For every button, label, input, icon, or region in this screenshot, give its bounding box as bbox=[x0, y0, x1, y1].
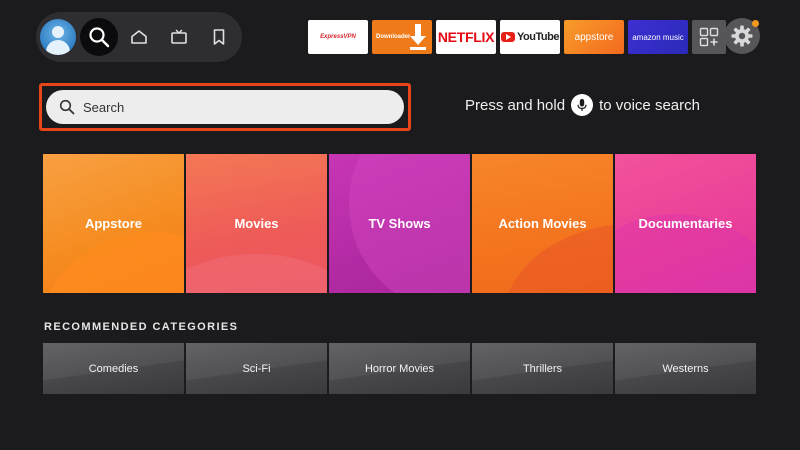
search-input[interactable]: Search bbox=[46, 90, 404, 124]
recommended-label: Thrillers bbox=[522, 362, 563, 375]
app-amazon-music[interactable]: amazon music bbox=[628, 20, 688, 54]
app-expressvpn[interactable]: ExpressVPN bbox=[308, 20, 368, 54]
category-label: Documentaries bbox=[638, 216, 733, 231]
main-nav bbox=[36, 12, 242, 62]
nav-search-button[interactable] bbox=[80, 18, 118, 56]
nav-live-button[interactable] bbox=[160, 18, 198, 56]
search-placeholder: Search bbox=[83, 99, 125, 115]
amazon-music-label: amazon music bbox=[632, 32, 684, 42]
recommended-label: Horror Movies bbox=[364, 362, 435, 375]
tile-decoration bbox=[502, 224, 613, 293]
app-netflix[interactable]: NETFLIX bbox=[436, 20, 496, 54]
voice-hint-suffix: to voice search bbox=[599, 96, 700, 114]
recommended-tile-horror-movies[interactable]: Horror Movies bbox=[329, 343, 470, 394]
gear-icon bbox=[731, 25, 753, 47]
netflix-label: NETFLIX bbox=[437, 29, 495, 45]
recommended-label: Sci-Fi bbox=[242, 362, 271, 375]
category-tile-movies[interactable]: Movies bbox=[186, 154, 327, 293]
profile-avatar[interactable] bbox=[40, 19, 76, 55]
recommended-label: Westerns bbox=[662, 362, 709, 375]
downloader-label: Downloader bbox=[376, 34, 411, 40]
tile-decoration bbox=[186, 254, 327, 293]
tile-decoration bbox=[43, 232, 184, 293]
download-arrow-icon bbox=[410, 24, 426, 50]
recommended-tile-thrillers[interactable]: Thrillers bbox=[472, 343, 613, 394]
recommended-tile-comedies[interactable]: Comedies bbox=[43, 343, 184, 394]
category-tile-action-movies[interactable]: Action Movies bbox=[472, 154, 613, 293]
nav-home-button[interactable] bbox=[120, 18, 158, 56]
app-youtube[interactable]: YouTube bbox=[500, 20, 560, 54]
category-label: Action Movies bbox=[498, 216, 587, 231]
voice-hint-prefix: Press and hold bbox=[465, 96, 566, 114]
search-icon bbox=[89, 27, 110, 48]
notification-dot bbox=[752, 20, 759, 27]
category-tiles: Appstore Movies TV Shows Action Movies D… bbox=[43, 154, 756, 293]
settings-button[interactable] bbox=[724, 18, 760, 54]
app-appstore[interactable]: appstore bbox=[564, 20, 624, 54]
app-downloader[interactable]: Downloader bbox=[372, 20, 432, 54]
nav-watchlist-button[interactable] bbox=[200, 18, 238, 56]
youtube-play-icon bbox=[501, 32, 516, 42]
youtube-label: YouTube bbox=[517, 31, 559, 43]
voice-search-hint: Press and hold to voice search bbox=[465, 94, 700, 116]
tv-icon bbox=[171, 29, 187, 44]
category-tile-appstore[interactable]: Appstore bbox=[43, 154, 184, 293]
avatar-body bbox=[46, 40, 70, 55]
home-icon bbox=[131, 30, 147, 44]
search-icon bbox=[59, 99, 75, 115]
category-tile-tv-shows[interactable]: TV Shows bbox=[329, 154, 470, 293]
category-tile-documentaries[interactable]: Documentaries bbox=[615, 154, 756, 293]
recommended-categories-row: Comedies Sci-Fi Horror Movies Thrillers … bbox=[43, 343, 756, 394]
expressvpn-label: ExpressVPN bbox=[320, 34, 356, 40]
bookmark-icon bbox=[213, 29, 225, 45]
category-label: Appstore bbox=[84, 216, 143, 231]
recommended-tile-westerns[interactable]: Westerns bbox=[615, 343, 756, 394]
microphone-icon bbox=[571, 94, 594, 116]
category-label: TV Shows bbox=[368, 216, 431, 231]
appstore-label: appstore bbox=[574, 31, 614, 43]
top-navigation-bar: ExpressVPN Downloader NETFLIX YouTube ap… bbox=[36, 12, 764, 62]
recommended-tile-sci-fi[interactable]: Sci-Fi bbox=[186, 343, 327, 394]
category-label: Movies bbox=[234, 216, 279, 231]
recommended-label: Comedies bbox=[88, 362, 139, 375]
avatar-head bbox=[52, 26, 64, 38]
all-apps-button[interactable] bbox=[692, 20, 726, 54]
app-grid-icon bbox=[699, 27, 719, 47]
recommended-categories-heading: RECOMMENDED CATEGORIES bbox=[44, 321, 239, 333]
app-shortcuts: ExpressVPN Downloader NETFLIX YouTube ap… bbox=[308, 20, 726, 54]
